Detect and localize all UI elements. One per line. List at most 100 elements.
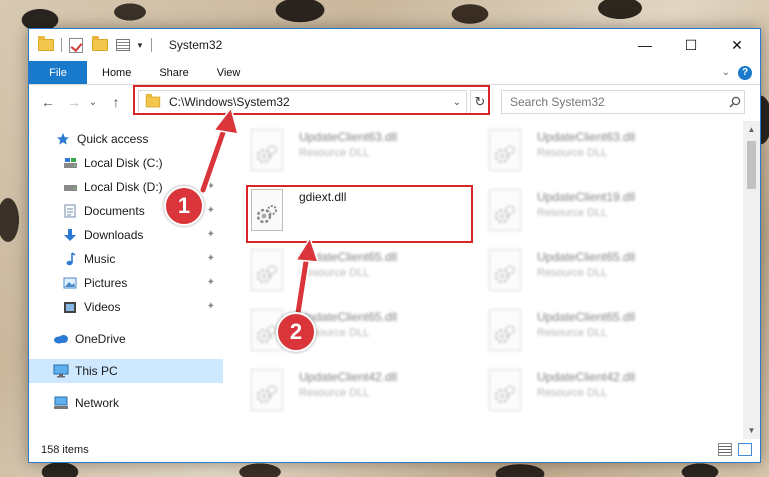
file-tile[interactable]: UpdateClient63.dll Resource DLL: [463, 125, 688, 181]
file-name: UpdateClient19.dll: [537, 190, 636, 204]
file-name: UpdateClient42.dll: [537, 370, 636, 384]
sidebar-item-label: Music: [84, 252, 116, 266]
pin-icon[interactable]: ✦: [207, 181, 215, 192]
sidebar-item-quick-access[interactable]: Quick access: [29, 127, 223, 151]
file-name: UpdateClient63.dll: [299, 130, 398, 144]
forward-button[interactable]: →: [63, 91, 85, 113]
details-view-button[interactable]: [718, 443, 732, 456]
scroll-thumb[interactable]: [747, 141, 756, 189]
recent-locations-button[interactable]: ⌄: [85, 91, 101, 113]
sidebar-item-onedrive[interactable]: OneDrive: [29, 327, 223, 351]
tab-view[interactable]: View: [203, 61, 255, 84]
file-type: Resource DLL: [299, 267, 370, 279]
sidebar-item-local-disk-c[interactable]: Local Disk (C:) ✦: [29, 151, 223, 175]
tab-home[interactable]: Home: [87, 61, 145, 84]
ribbon-tabs: File Home Share View ⌄ ?: [29, 61, 760, 85]
sidebar-item-label: Local Disk (D:): [84, 180, 163, 194]
sidebar-item-this-pc[interactable]: This PC: [29, 359, 223, 383]
dll-file-icon: [487, 249, 523, 293]
file-name: UpdateClient63.dll: [537, 130, 636, 144]
file-tile[interactable]: UpdateClient42.dll Resource DLL: [463, 365, 688, 421]
sidebar-item-label: Pictures: [84, 276, 128, 290]
quick-access-toolbar: ▼: [29, 29, 159, 61]
title-bar: ▼ System32 — ☐ ✕: [29, 29, 760, 61]
minimize-button[interactable]: —: [622, 29, 668, 61]
drive-c-icon: [62, 155, 78, 171]
sidebar-item-label: Quick access: [77, 132, 149, 146]
step-one-badge: 1: [164, 186, 204, 226]
sidebar-item-videos[interactable]: Videos ✦: [29, 295, 223, 319]
dll-file-icon: [487, 309, 523, 353]
sidebar-item-music[interactable]: Music ✦: [29, 247, 223, 271]
sidebar-item-label: Videos: [84, 300, 121, 314]
file-tile[interactable]: UpdateClient19.dll Resource DLL: [463, 185, 688, 241]
search-icon[interactable]: [726, 96, 744, 108]
pin-icon[interactable]: ✦: [207, 301, 215, 312]
music-icon: [62, 251, 78, 267]
back-button[interactable]: ←: [37, 91, 59, 113]
file-name: UpdateClient65.dll: [537, 310, 636, 324]
search-input[interactable]: [510, 95, 726, 109]
new-folder-icon[interactable]: [92, 34, 108, 56]
search-box[interactable]: [501, 90, 745, 114]
folder-icon: [38, 34, 54, 56]
step-two-badge: 2: [276, 312, 316, 352]
scroll-down-button[interactable]: ▼: [743, 422, 760, 439]
file-tile[interactable]: UpdateClient65.dll Resource DLL: [463, 245, 688, 301]
dll-file-icon: [487, 129, 523, 173]
file-type: Resource DLL: [537, 267, 608, 279]
this-pc-icon: [53, 363, 69, 379]
pin-icon[interactable]: ✦: [207, 157, 215, 168]
navigation-pane: Quick access Local Disk (C:) ✦ Local Dis…: [29, 127, 223, 439]
close-button[interactable]: ✕: [714, 29, 760, 61]
pin-icon[interactable]: ✦: [207, 253, 215, 264]
ribbon-right: ⌄ ?: [722, 61, 760, 84]
help-icon[interactable]: ?: [738, 65, 752, 80]
tab-share[interactable]: Share: [145, 61, 202, 84]
customize-icon[interactable]: [108, 34, 130, 56]
file-tile[interactable]: UpdateClient63.dll Resource DLL: [225, 125, 450, 181]
file-tile[interactable]: UpdateClient65.dll Resource DLL: [225, 305, 450, 361]
file-type: Resource DLL: [299, 147, 370, 159]
dll-file-icon: [487, 189, 523, 233]
maximize-button[interactable]: ☐: [668, 29, 714, 61]
file-type: Resource DLL: [537, 327, 608, 339]
dll-file-icon: [487, 369, 523, 413]
large-icons-view-button[interactable]: [738, 443, 752, 456]
dll-file-icon: [249, 129, 285, 173]
window-controls: — ☐ ✕: [622, 29, 760, 61]
file-name: UpdateClient42.dll: [299, 370, 398, 384]
file-type: Resource DLL: [537, 147, 608, 159]
sidebar-item-label: Documents: [84, 204, 145, 218]
up-button[interactable]: ↑: [105, 91, 127, 113]
properties-check-icon[interactable]: [69, 34, 83, 56]
file-highlight-box: [246, 185, 473, 243]
tab-file[interactable]: File: [29, 61, 87, 84]
status-bar: 158 items: [29, 438, 760, 462]
sidebar-item-pictures[interactable]: Pictures ✦: [29, 271, 223, 295]
scroll-up-button[interactable]: ▲: [743, 121, 760, 138]
expand-ribbon-icon[interactable]: ⌄: [722, 67, 730, 78]
downloads-icon: [62, 227, 78, 243]
sidebar-item-downloads[interactable]: Downloads ✦: [29, 223, 223, 247]
sidebar-item-label: This PC: [75, 364, 118, 378]
vertical-scrollbar[interactable]: ▲ ▼: [743, 121, 760, 439]
pictures-icon: [62, 275, 78, 291]
pin-icon[interactable]: ✦: [207, 277, 215, 288]
file-tile[interactable]: UpdateClient65.dll Resource DLL: [225, 245, 450, 301]
star-icon: [55, 131, 71, 147]
toolbar-separator: [61, 38, 62, 52]
file-type: Resource DLL: [537, 207, 608, 219]
qat-dropdown-icon[interactable]: ▼: [136, 41, 144, 50]
pin-icon[interactable]: ✦: [207, 205, 215, 216]
sidebar-item-network[interactable]: Network: [29, 391, 223, 415]
network-icon: [53, 395, 69, 411]
file-tile[interactable]: UpdateClient65.dll Resource DLL: [463, 305, 688, 361]
drive-d-icon: [62, 179, 78, 195]
file-tile[interactable]: UpdateClient42.dll Resource DLL: [225, 365, 450, 421]
file-type: Resource DLL: [299, 387, 370, 399]
window-title: System32: [168, 38, 223, 52]
dll-file-icon: [249, 369, 285, 413]
view-switcher: [718, 443, 752, 456]
pin-icon[interactable]: ✦: [207, 229, 215, 240]
